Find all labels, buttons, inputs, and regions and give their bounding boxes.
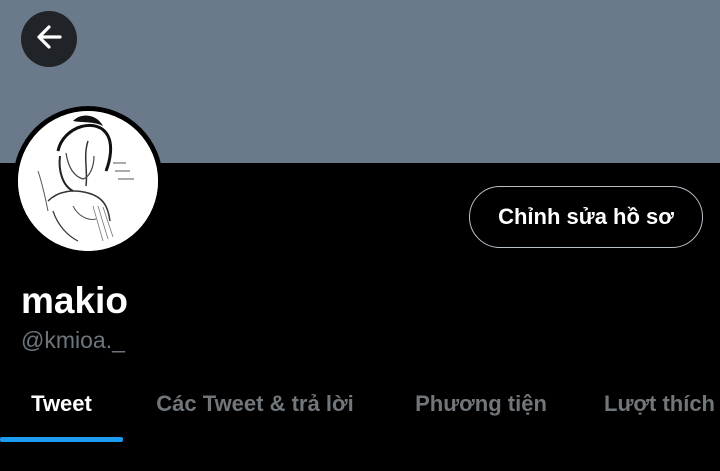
profile-handle: @kmioa._ [21,327,125,353]
tab-tweets[interactable]: Tweet [0,370,123,438]
back-button[interactable] [21,11,77,67]
profile-display-name: makio [21,280,128,321]
avatar-image [18,111,158,251]
active-tab-indicator [0,437,123,442]
arrow-left-icon [34,22,64,57]
avatar[interactable] [13,106,163,256]
tab-media[interactable]: Phương tiện [400,370,562,438]
tab-tweets-and-replies[interactable]: Các Tweet & trả lời [135,370,375,438]
tab-likes[interactable]: Lượt thích [590,370,720,438]
profile-tabs: Tweet Các Tweet & trả lời Phương tiện Lư… [0,370,720,442]
edit-profile-button[interactable]: Chỉnh sửa hồ sơ [469,186,703,248]
